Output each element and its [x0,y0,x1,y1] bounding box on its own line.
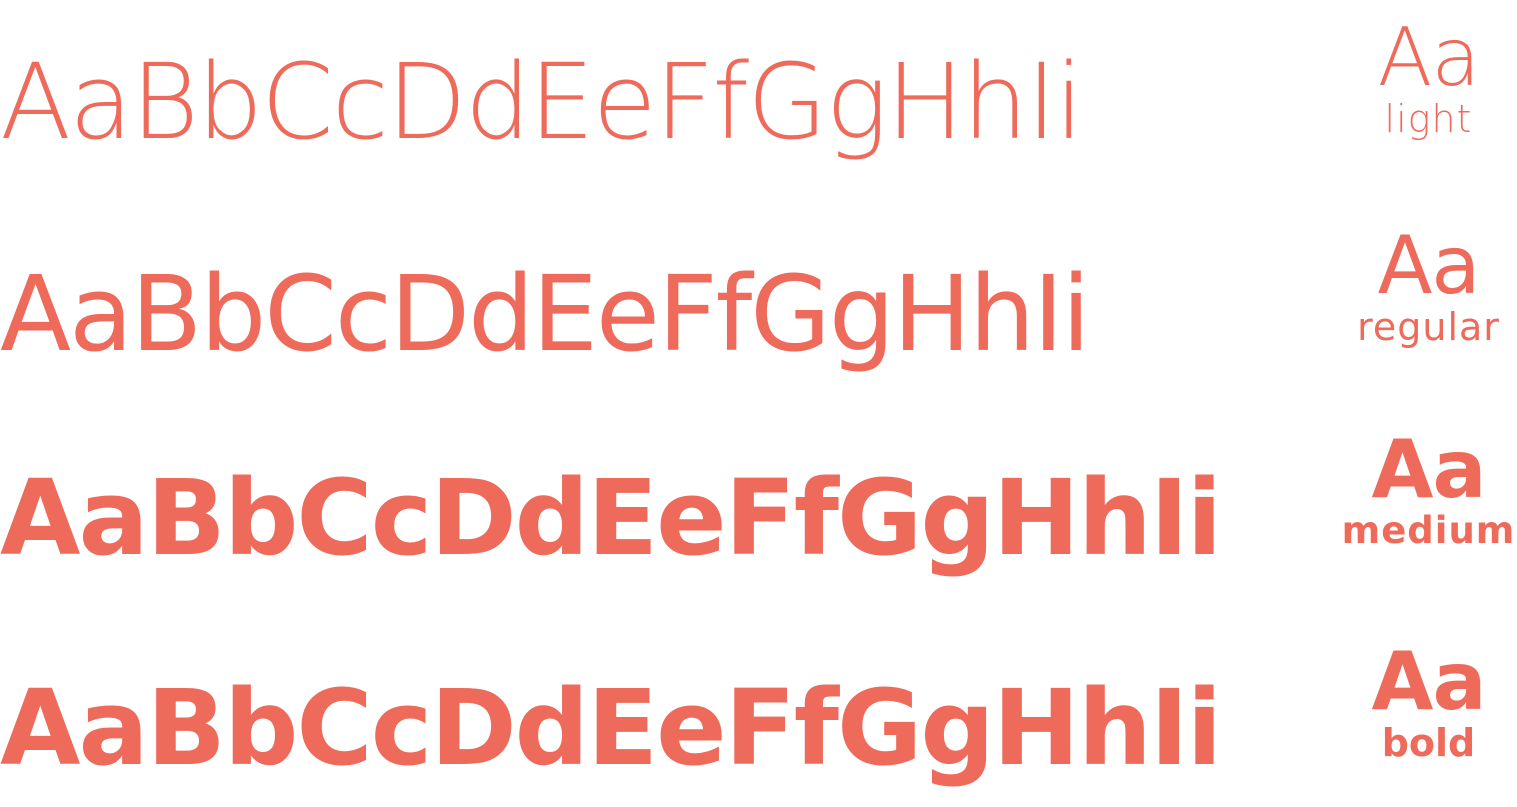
weight-sample-medium: Aa medium [1340,423,1517,552]
weight-sample-regular: Aa regular [1340,219,1517,349]
sample-glyph-regular: Aa [1377,219,1481,312]
alphabet-line-regular: AaBbCcDdEeFfGgHhIi [0,253,1091,375]
weight-label-bold: bold [1381,721,1476,765]
sample-glyph-medium: Aa [1371,423,1487,516]
alphabet-line-medium: AaBbCcDdEeFfGgHhIi [0,457,1222,579]
weight-sample-bold: Aa bold [1340,635,1517,765]
sample-glyph-bold: Aa [1371,635,1487,728]
alphabet-line-bold: AaBbCcDdEeFfGgHhIi [0,667,1222,789]
sample-glyph-light: Aa [1377,11,1481,104]
specimen-row-light: AaBbCcDdEeFfGgHhIi Aa light [0,18,1517,190]
specimen-row-medium: AaBbCcDdEeFfGgHhIi Aa medium [0,430,1517,610]
weight-sample-light: Aa light [1340,11,1517,141]
weight-label-regular: regular [1357,305,1500,349]
specimen-row-regular: AaBbCcDdEeFfGgHhIi Aa regular [0,226,1517,398]
weight-label-medium: medium [1341,509,1516,552]
weight-label-light: light [1384,97,1473,141]
specimen-row-bold: AaBbCcDdEeFfGgHhIi Aa bold [0,642,1517,800]
alphabet-line-light: AaBbCcDdEeFfGgHhIi [0,41,1084,163]
